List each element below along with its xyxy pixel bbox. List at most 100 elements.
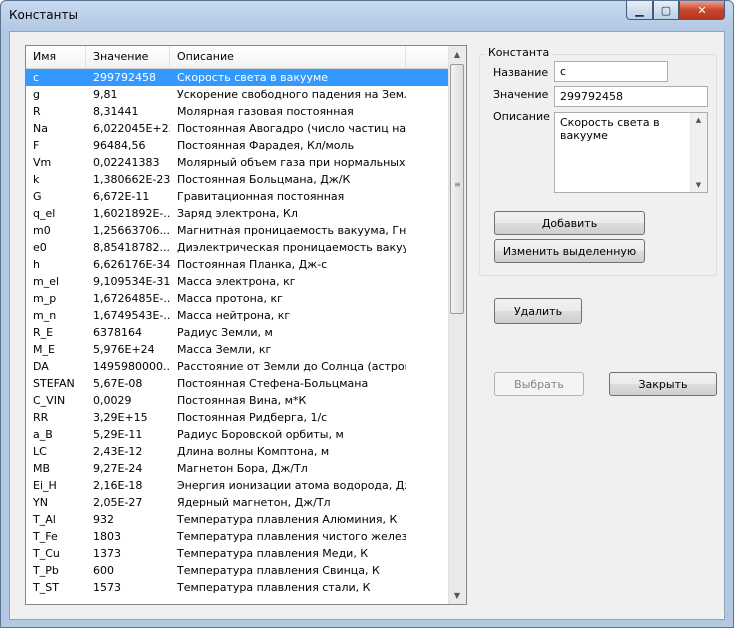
cell-description: Постоянная Планка, Дж-с <box>177 258 328 271</box>
constants-list[interactable]: Имя Значение Описание c 299792458 Скорость… <box>25 45 467 605</box>
description-label: Описание <box>493 110 550 123</box>
cell-value: 1,380662E-23 <box>93 173 170 186</box>
table-row[interactable]: MB 9,27E-24 Магнетон Бора, Дж/Тл <box>26 460 450 477</box>
table-row[interactable]: m_p 1,6726485E-... Масса протона, кг <box>26 290 450 307</box>
cell-name: F <box>33 139 40 152</box>
table-row[interactable]: k 1,380662E-23 Постоянная Больцмана, Дж/К <box>26 171 450 188</box>
cell-description: Постоянная Ридберга, 1/с <box>177 411 328 424</box>
table-row[interactable]: m_el 9,109534E-31 Масса электрона, кг <box>26 273 450 290</box>
cell-value: 9,27E-24 <box>93 462 143 475</box>
column-header-value[interactable]: Значение <box>86 46 170 68</box>
cell-value: 2,16E-18 <box>93 479 143 492</box>
cell-value: 9,109534E-31 <box>93 275 170 288</box>
title-bar[interactable]: Константы ▁ ▢ ✕ <box>1 1 733 31</box>
maximize-icon: ▢ <box>660 3 672 17</box>
cell-description: Масса протона, кг <box>177 292 283 305</box>
cell-description: Диэлектрическая проницаемость вакуум... <box>177 241 406 254</box>
scroll-down-arrow-icon[interactable]: ▼ <box>449 587 465 604</box>
table-row[interactable]: T_Al 932 Температура плавления Алюминия, К <box>26 511 450 528</box>
table-row[interactable]: R 8,31441 Молярная газовая постоянная <box>26 103 450 120</box>
list-scrollbar[interactable]: ▲ ≡ ▼ <box>448 46 466 604</box>
table-row[interactable]: G 6,672E-11 Гравитационная постоянная <box>26 188 450 205</box>
column-header-name[interactable]: Имя <box>26 46 86 68</box>
table-row[interactable]: g 9,81 Ускорение свободного падения на Зем… <box>26 86 450 103</box>
table-row[interactable]: STEFAN 5,67E-08 Постоянная Стефена-Больцма… <box>26 375 450 392</box>
table-row[interactable]: Ei_H 2,16E-18 Энергия ионизации атома водо… <box>26 477 450 494</box>
cell-name: Ei_H <box>33 479 57 492</box>
table-row[interactable]: T_Pb 600 Температура плавления Свинца, К <box>26 562 450 579</box>
cell-name: g <box>33 88 40 101</box>
name-input[interactable]: c <box>554 61 668 82</box>
cell-value: 1,25663706... <box>93 224 170 237</box>
description-textarea[interactable]: Скорость света в вакууме ▲ ▼ <box>554 112 708 193</box>
scroll-down-arrow-icon[interactable]: ▼ <box>691 178 706 192</box>
table-row[interactable]: F 96484,56 Постоянная Фарадея, Кл/моль <box>26 137 450 154</box>
table-row[interactable]: DA 1495980000... Расстояние от Земли до Со… <box>26 358 450 375</box>
table-row[interactable]: C_VIN 0,0029 Постоянная Вина, м*К <box>26 392 450 409</box>
cell-value: 6,022045E+23 <box>93 122 170 135</box>
cell-value: 9,81 <box>93 88 118 101</box>
table-row[interactable]: M_E 5,976E+24 Масса Земли, кг <box>26 341 450 358</box>
edit-selected-button[interactable]: Изменить выделенную <box>494 239 645 263</box>
table-row[interactable]: c 299792458 Скорость света в вакууме <box>26 69 450 86</box>
description-scrollbar[interactable]: ▲ ▼ <box>690 113 707 192</box>
cell-name: YN <box>33 496 48 509</box>
cell-value: 600 <box>93 564 114 577</box>
cell-description: Длина волны Комптона, м <box>177 445 330 458</box>
minimize-button[interactable]: ▁ <box>626 1 653 20</box>
cell-description: Масса Земли, кг <box>177 343 272 356</box>
resize-grip-icon[interactable]: ⋰ <box>720 613 729 623</box>
cell-name: RR <box>33 411 49 424</box>
maximize-button[interactable]: ▢ <box>653 1 679 20</box>
cell-name: STEFAN <box>33 377 75 390</box>
scroll-thumb[interactable]: ≡ <box>450 64 464 314</box>
table-row[interactable]: T_Cu 1373 Температура плавления Меди, К <box>26 545 450 562</box>
table-row[interactable]: a_B 5,29E-11 Радиус Боровской орбиты, м <box>26 426 450 443</box>
table-row[interactable]: e0 8,85418782... Диэлектрическая проницаем… <box>26 239 450 256</box>
cell-value: 5,976E+24 <box>93 343 155 356</box>
cell-value: 1573 <box>93 581 121 594</box>
column-header-description[interactable]: Описание <box>170 46 406 68</box>
cell-name: m_n <box>33 309 57 322</box>
table-row[interactable]: m_n 1,6749543E-... Масса нейтрона, кг <box>26 307 450 324</box>
select-button[interactable]: Выбрать <box>494 372 584 396</box>
table-row[interactable]: T_Fe 1803 Температура плавления чистого же… <box>26 528 450 545</box>
table-row[interactable]: LC 2,43E-12 Длина волны Комптона, м <box>26 443 450 460</box>
cell-description: Температура плавления Свинца, К <box>177 564 380 577</box>
list-header: Имя Значение Описание <box>26 46 450 69</box>
close-button[interactable]: Закрыть <box>609 372 717 396</box>
main-window: Константы ▁ ▢ ✕ Имя Значение Описание c 2… <box>0 0 734 628</box>
table-row[interactable]: m0 1,25663706... Магнитная проницаемость в… <box>26 222 450 239</box>
minimize-icon: ▁ <box>635 3 644 17</box>
cell-name: DA <box>33 360 49 373</box>
scroll-up-arrow-icon[interactable]: ▲ <box>449 46 465 63</box>
cell-name: C_VIN <box>33 394 66 407</box>
cell-name: R <box>33 105 41 118</box>
table-row[interactable]: q_el 1,6021892E-... Заряд электрона, Кл <box>26 205 450 222</box>
cell-value: 1,6726485E-... <box>93 292 170 305</box>
delete-button[interactable]: Удалить <box>494 298 582 324</box>
cell-value: 3,29E+15 <box>93 411 148 424</box>
table-row[interactable]: Na 6,022045E+23 Постоянная Авогадро (число… <box>26 120 450 137</box>
cell-value: 2,43E-12 <box>93 445 143 458</box>
cell-value: 299792458 <box>93 71 156 84</box>
cell-value: 1,6021892E-... <box>93 207 170 220</box>
table-row[interactable]: h 6,626176E-34 Постоянная Планка, Дж-с <box>26 256 450 273</box>
table-row[interactable]: RR 3,29E+15 Постоянная Ридберга, 1/с <box>26 409 450 426</box>
table-row[interactable]: R_E 6378164 Радиус Земли, м <box>26 324 450 341</box>
scroll-up-arrow-icon[interactable]: ▲ <box>691 113 706 127</box>
cell-description: Магнетон Бора, Дж/Тл <box>177 462 308 475</box>
cell-name: LC <box>33 445 47 458</box>
add-button[interactable]: Добавить <box>494 211 645 235</box>
cell-name: m_el <box>33 275 60 288</box>
close-window-button[interactable]: ✕ <box>679 1 725 20</box>
cell-name: M_E <box>33 343 55 356</box>
cell-description: Радиус Боровской орбиты, м <box>177 428 344 441</box>
table-row[interactable]: Vm 0,02241383 Молярный объем газа при норм… <box>26 154 450 171</box>
cell-description: Ядерный магнетон, Дж/Тл <box>177 496 331 509</box>
table-row[interactable]: YN 2,05E-27 Ядерный магнетон, Дж/Тл <box>26 494 450 511</box>
cell-name: MB <box>33 462 51 475</box>
value-input[interactable]: 299792458 <box>554 86 708 107</box>
table-row[interactable]: T_ST 1573 Температура плавления стали, К <box>26 579 450 596</box>
value-label: Значение <box>493 88 549 101</box>
